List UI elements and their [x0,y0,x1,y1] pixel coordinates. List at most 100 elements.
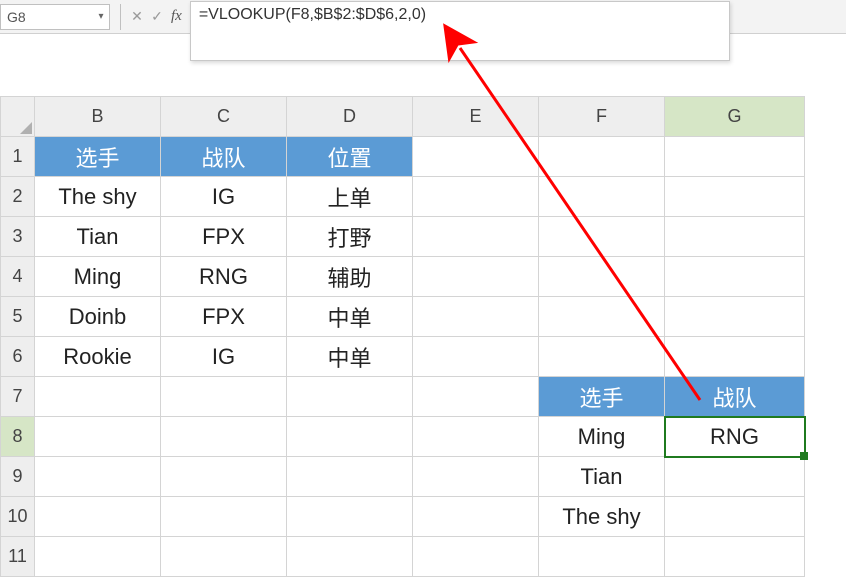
cell-B1[interactable]: 选手 [35,137,161,177]
cell-B2[interactable]: The shy [35,177,161,217]
cell-E11[interactable] [413,537,539,577]
cell-C5[interactable]: FPX [161,297,287,337]
spreadsheet-grid: B C D E F G 1 选手 战队 位置 2 The shy IG 上单 3… [0,96,846,577]
row-header-9[interactable]: 9 [1,457,35,497]
cell-D11[interactable] [287,537,413,577]
row-6: 6 Rookie IG 中单 [1,337,805,377]
cell-D9[interactable] [287,457,413,497]
cell-F9[interactable]: Tian [539,457,665,497]
name-box[interactable]: G8 ▾ [0,4,110,30]
cell-F1[interactable] [539,137,665,177]
cell-G3[interactable] [665,217,805,257]
row-header-6[interactable]: 6 [1,337,35,377]
cell-B5[interactable]: Doinb [35,297,161,337]
col-header-G[interactable]: G [665,97,805,137]
row-header-5[interactable]: 5 [1,297,35,337]
cell-D8[interactable] [287,417,413,457]
cell-E2[interactable] [413,177,539,217]
cell-E8[interactable] [413,417,539,457]
cell-C9[interactable] [161,457,287,497]
cell-F7[interactable]: 选手 [539,377,665,417]
cell-B4[interactable]: Ming [35,257,161,297]
chevron-down-icon[interactable]: ▾ [93,11,109,22]
cell-F2[interactable] [539,177,665,217]
cell-G7[interactable]: 战队 [665,377,805,417]
row-header-1[interactable]: 1 [1,137,35,177]
cell-D4[interactable]: 辅助 [287,257,413,297]
cell-E5[interactable] [413,297,539,337]
row-4: 4 Ming RNG 辅助 [1,257,805,297]
cell-B11[interactable] [35,537,161,577]
grid-table[interactable]: B C D E F G 1 选手 战队 位置 2 The shy IG 上单 3… [0,96,805,577]
cell-F6[interactable] [539,337,665,377]
cell-G6[interactable] [665,337,805,377]
cell-B8[interactable] [35,417,161,457]
cell-E3[interactable] [413,217,539,257]
cell-E6[interactable] [413,337,539,377]
row-9: 9 Tian [1,457,805,497]
col-header-D[interactable]: D [287,97,413,137]
cell-E7[interactable] [413,377,539,417]
cell-E1[interactable] [413,137,539,177]
cell-B9[interactable] [35,457,161,497]
row-7: 7 选手 战队 [1,377,805,417]
enter-icon[interactable]: ✓ [147,5,167,29]
col-header-B[interactable]: B [35,97,161,137]
cell-F10[interactable]: The shy [539,497,665,537]
cell-G11[interactable] [665,537,805,577]
row-11: 11 [1,537,805,577]
cell-D6[interactable]: 中单 [287,337,413,377]
cell-E10[interactable] [413,497,539,537]
cell-G2[interactable] [665,177,805,217]
cell-F5[interactable] [539,297,665,337]
cell-F4[interactable] [539,257,665,297]
cancel-icon[interactable]: ✕ [127,5,147,29]
cell-C4[interactable]: RNG [161,257,287,297]
cell-D10[interactable] [287,497,413,537]
col-header-E[interactable]: E [413,97,539,137]
cell-D1[interactable]: 位置 [287,137,413,177]
cell-G9[interactable] [665,457,805,497]
cell-G8[interactable]: RNG [665,417,805,457]
cell-D5[interactable]: 中单 [287,297,413,337]
cell-G10[interactable] [665,497,805,537]
cell-F11[interactable] [539,537,665,577]
formula-input[interactable]: =VLOOKUP(F8,$B$2:$D$6,2,0) [190,1,730,61]
row-header-8[interactable]: 8 [1,417,35,457]
cell-B10[interactable] [35,497,161,537]
cell-C6[interactable]: IG [161,337,287,377]
cell-D2[interactable]: 上单 [287,177,413,217]
cell-B3[interactable]: Tian [35,217,161,257]
cell-B6[interactable]: Rookie [35,337,161,377]
col-header-C[interactable]: C [161,97,287,137]
cell-F3[interactable] [539,217,665,257]
select-all-corner[interactable] [1,97,35,137]
col-header-F[interactable]: F [539,97,665,137]
cell-E4[interactable] [413,257,539,297]
row-header-11[interactable]: 11 [1,537,35,577]
row-10: 10 The shy [1,497,805,537]
cell-C7[interactable] [161,377,287,417]
cell-C2[interactable]: IG [161,177,287,217]
cell-C1[interactable]: 战队 [161,137,287,177]
row-header-7[interactable]: 7 [1,377,35,417]
cell-G1[interactable] [665,137,805,177]
cell-C8[interactable] [161,417,287,457]
row-1: 1 选手 战队 位置 [1,137,805,177]
row-header-2[interactable]: 2 [1,177,35,217]
cell-C11[interactable] [161,537,287,577]
cell-B7[interactable] [35,377,161,417]
cell-D7[interactable] [287,377,413,417]
cell-G4[interactable] [665,257,805,297]
cell-F8[interactable]: Ming [539,417,665,457]
cell-E9[interactable] [413,457,539,497]
cell-C3[interactable]: FPX [161,217,287,257]
cell-D3[interactable]: 打野 [287,217,413,257]
row-header-10[interactable]: 10 [1,497,35,537]
cell-C10[interactable] [161,497,287,537]
row-header-4[interactable]: 4 [1,257,35,297]
row-header-3[interactable]: 3 [1,217,35,257]
cell-G5[interactable] [665,297,805,337]
formula-bar: G8 ▾ ✕ ✓ fx =VLOOKUP(F8,$B$2:$D$6,2,0) [0,0,846,34]
fx-icon[interactable]: fx [171,8,182,25]
